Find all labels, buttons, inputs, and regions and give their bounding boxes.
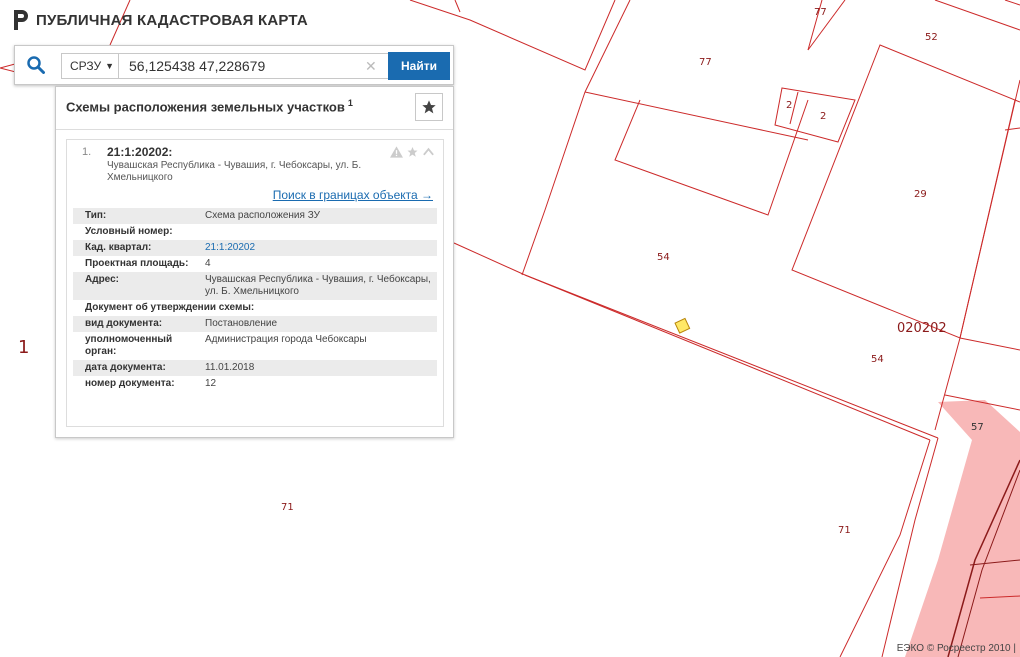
map-label: 020202 (897, 321, 947, 336)
map-label: 71 (838, 525, 851, 536)
results-panel: Схемы расположения земельных участков 1 1… (55, 86, 454, 438)
parcel-boundary (1004, 127, 1020, 131)
parcel-boundary (454, 0, 461, 13)
favorite-button[interactable] (415, 93, 443, 121)
map-label: 54 (871, 354, 884, 365)
star-icon (422, 100, 436, 114)
parcel-boundary (791, 44, 1016, 339)
map-label: 71 (281, 502, 294, 513)
parcel-boundary (453, 242, 939, 439)
result-address: Чувашская Республика - Чувашия, г. Чебок… (107, 160, 362, 183)
map-label: 1 (18, 337, 29, 358)
chevron-up-icon[interactable] (422, 146, 435, 158)
property-row: Адрес: Чувашская Республика - Чувашия, г.… (73, 272, 437, 300)
map-label: 2 (786, 100, 792, 111)
property-row: Проектная площадь: 4 (85, 258, 211, 269)
map-label: 2 (820, 111, 826, 122)
search-type-select[interactable]: СРЗУ ▼ (61, 53, 119, 79)
road-area (905, 400, 1020, 657)
chevron-down-icon: ▼ (105, 61, 115, 71)
parcel-boundary (584, 0, 631, 93)
parcel-boundary (934, 0, 1020, 31)
result-index: 1. (82, 146, 92, 158)
search-button[interactable] (15, 46, 57, 84)
results-count: 1 (347, 98, 353, 108)
property-row: вид документа: Постановление (73, 316, 437, 332)
property-row: Кад. квартал: 21:1:20202 (73, 240, 437, 256)
panel-header: Схемы расположения земельных участков 1 (56, 87, 453, 130)
parcel-boundary (1004, 0, 1020, 6)
cadastral-quarter-link[interactable]: 21:1:20202 (205, 242, 255, 253)
rosreestr-logo-icon (14, 10, 28, 30)
property-row: Условный номер: (85, 226, 173, 237)
result-card[interactable]: 1. 21:1:20202: Чувашская Республика - Чу… (66, 139, 444, 427)
map-label: 52 (925, 32, 938, 43)
parcel-boundary (0, 63, 16, 69)
search-icon (27, 56, 45, 74)
copyright-text: ЕЭКО © Росреестр 2010 | (896, 643, 1016, 654)
map-label: 54 (657, 252, 670, 263)
property-row: Документ об утверждении схемы: (85, 302, 255, 313)
search-bar: СРЗУ ▼ ✕ Найти (14, 45, 454, 85)
map-label: 77 (814, 7, 827, 18)
property-row: Тип: Схема расположения ЗУ (73, 208, 437, 224)
clear-icon[interactable]: ✕ (365, 58, 377, 75)
selected-parcel-marker[interactable] (674, 317, 691, 334)
search-input[interactable] (119, 53, 389, 79)
result-cadastral-id: 21:1:20202: (107, 145, 173, 159)
property-row: номер документа: 12 (85, 378, 217, 389)
app-title: ПУБЛИЧНАЯ КАДАСТРОВАЯ КАРТА (36, 11, 308, 29)
properties-table: Тип: Схема расположения ЗУ Условный номер… (73, 208, 437, 392)
find-button[interactable]: Найти (388, 52, 450, 80)
parcel-boundary (524, 274, 931, 441)
map-label: 77 (699, 57, 712, 68)
parcel-boundary (584, 91, 809, 141)
panel-title: Схемы расположения земельных участков 1 (66, 98, 353, 115)
parcel-boundary (774, 87, 856, 143)
parcel-boundary (959, 337, 1020, 351)
map-label: 57 (971, 422, 984, 433)
parcel-boundary (614, 99, 809, 216)
map-label: 29 (914, 189, 927, 200)
property-row: дата документа: 11.01.2018 (73, 360, 437, 376)
search-within-object-link[interactable]: Поиск в границах объекта → (273, 188, 433, 202)
parcel-boundary (521, 91, 586, 276)
warning-icon[interactable] (390, 146, 403, 158)
star-icon[interactable] (406, 146, 419, 158)
property-row: уполномоченный орган: Администрация город… (85, 334, 367, 357)
app-header: ПУБЛИЧНАЯ КАДАСТРОВАЯ КАРТА (12, 10, 308, 30)
card-tools (390, 146, 435, 158)
search-type-label: СРЗУ (70, 59, 102, 73)
